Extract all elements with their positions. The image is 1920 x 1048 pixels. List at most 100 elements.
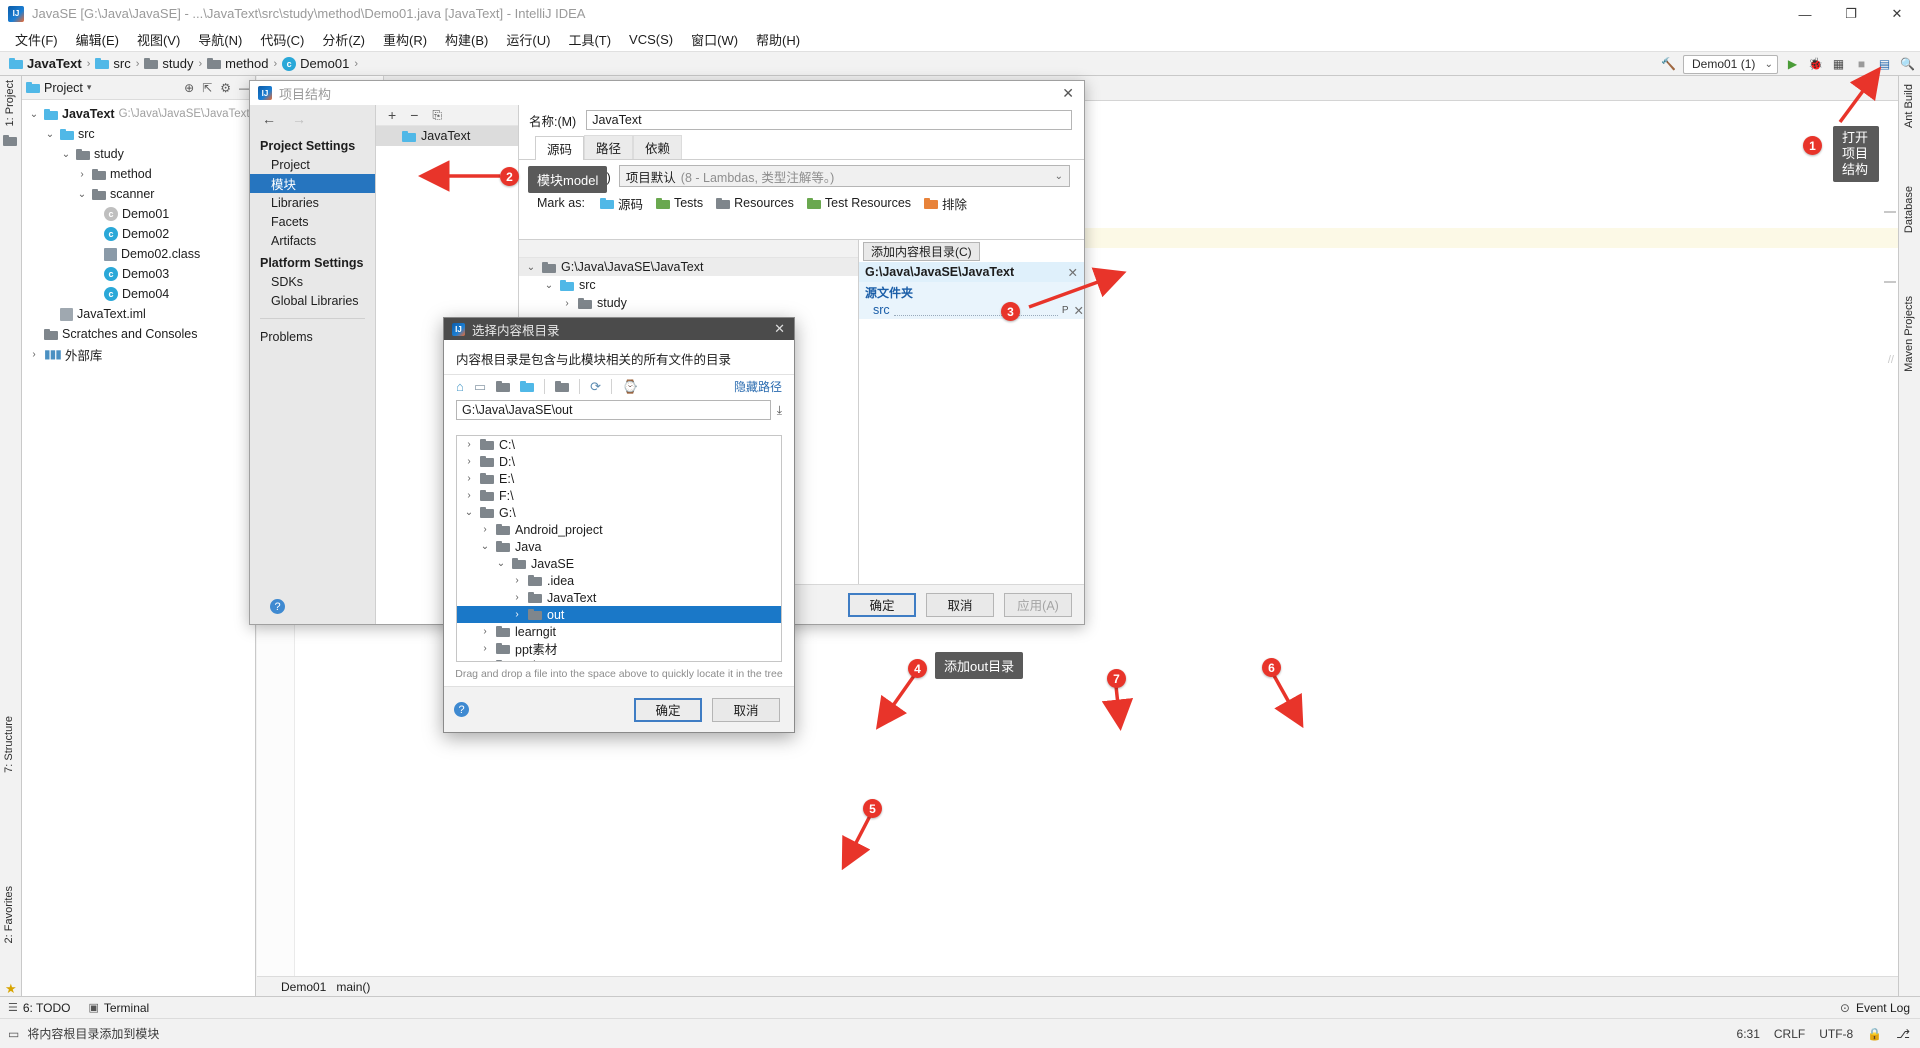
menu-navigate[interactable]: 导航(N): [189, 28, 251, 51]
sidebar-item-structure[interactable]: 7: Structure: [3, 716, 15, 773]
expand-chevron-icon[interactable]: ›: [511, 575, 523, 586]
expand-chevron-icon[interactable]: ›: [463, 490, 475, 501]
editor-breadcrumb-class[interactable]: Demo01: [281, 980, 326, 994]
tree-item-demo03[interactable]: c Demo03: [22, 264, 255, 284]
menu-vcs[interactable]: VCS(S): [620, 30, 682, 49]
expand-chevron-icon[interactable]: ›: [463, 473, 475, 484]
sidebar-item-facets[interactable]: Facets: [250, 212, 375, 231]
module-name-input[interactable]: [586, 110, 1072, 130]
close-icon[interactable]: ✕: [774, 321, 785, 337]
file-chooser-tree[interactable]: › C:\ › D:\ › E:\ › F:\ ⌄ G:\ › Android_…: [456, 435, 782, 662]
path-input[interactable]: [456, 400, 771, 420]
hide-path-link[interactable]: 隐藏路径: [734, 378, 782, 395]
fc-item-javatext[interactable]: › JavaText: [457, 589, 781, 606]
module-folder-icon[interactable]: [520, 381, 535, 392]
source-folder-properties-icon[interactable]: P: [1062, 305, 1069, 316]
tree-item-demo02[interactable]: c Demo02: [22, 224, 255, 244]
sidebar-item-project[interactable]: Project: [250, 155, 375, 174]
fc-item-d-drive[interactable]: › D:\: [457, 453, 781, 470]
source-folder-item[interactable]: src P ✕: [859, 301, 1084, 319]
fc-item-g-drive[interactable]: ⌄ G:\: [457, 504, 781, 521]
new-folder-icon[interactable]: [555, 381, 570, 392]
fc-item-ppt[interactable]: › ppt素材: [457, 640, 781, 657]
sidebar-item-favorites[interactable]: 2: Favorites: [3, 886, 15, 943]
sidebar-item-sdks[interactable]: SDKs: [250, 272, 375, 291]
minimize-button[interactable]: —: [1782, 0, 1828, 28]
add-content-root-button[interactable]: 添加内容根目录(C): [863, 241, 980, 261]
expand-chevron-icon[interactable]: ›: [479, 643, 491, 654]
sidebar-item-maven[interactable]: Maven Projects: [1903, 296, 1915, 372]
expand-chevron-icon[interactable]: ⌄: [60, 149, 72, 160]
tab-paths[interactable]: 路径: [584, 135, 634, 159]
project-structure-icon[interactable]: ▤: [1876, 56, 1893, 73]
copy-module-icon[interactable]: ⎘: [432, 108, 442, 123]
help-button[interactable]: ?: [454, 702, 469, 717]
expand-chevron-icon[interactable]: ›: [511, 609, 523, 620]
breadcrumb-study[interactable]: study: [141, 56, 196, 71]
language-level-select[interactable]: 项目默认 (8 - Lambdas, 类型注解等。) ⌄: [618, 165, 1070, 187]
expand-chevron-icon[interactable]: ›: [28, 349, 40, 360]
expand-chevron-icon[interactable]: ›: [463, 439, 475, 450]
sidebar-item-modules[interactable]: 模块: [250, 174, 375, 193]
line-separator[interactable]: CRLF: [1774, 1027, 1805, 1041]
sidebar-item-global-libraries[interactable]: Global Libraries: [250, 291, 375, 310]
breadcrumb-src[interactable]: src: [92, 56, 133, 71]
tree-item-src[interactable]: ⌄ src: [22, 124, 255, 144]
mark-as-test-resources[interactable]: Test Resources: [806, 196, 911, 210]
menu-view[interactable]: 视图(V): [128, 28, 189, 51]
gear-icon[interactable]: ⚙: [220, 81, 231, 95]
mark-as-tests[interactable]: Tests: [655, 196, 703, 210]
terminal-tool-button[interactable]: ▣ Terminal: [88, 1001, 149, 1015]
sidebar-item-database[interactable]: Database: [1903, 186, 1915, 233]
collapse-all-icon[interactable]: ⇱: [202, 81, 212, 95]
breadcrumb-demo01[interactable]: c Demo01: [279, 56, 352, 71]
expand-chevron-icon[interactable]: ›: [561, 298, 573, 309]
hammer-icon[interactable]: 🔨: [1660, 56, 1677, 73]
project-folder-icon[interactable]: [496, 381, 511, 392]
editor-breadcrumb-method[interactable]: main(): [336, 980, 370, 994]
expand-chevron-icon[interactable]: ⌄: [28, 109, 40, 120]
fc-item-c-drive[interactable]: › C:\: [457, 436, 781, 453]
menu-refactor[interactable]: 重构(R): [374, 28, 436, 51]
mark-as-sources[interactable]: 源码: [599, 194, 643, 213]
expand-chevron-icon[interactable]: ⌄: [463, 507, 475, 518]
expand-chevron-icon[interactable]: ›: [76, 169, 88, 180]
tree-item-demo01[interactable]: c Demo01: [22, 204, 255, 224]
remove-module-icon[interactable]: −: [410, 107, 418, 123]
close-icon[interactable]: ✕: [1062, 85, 1074, 102]
tree-item-method[interactable]: › method: [22, 164, 255, 184]
menu-run[interactable]: 运行(U): [497, 28, 559, 51]
target-icon[interactable]: ⊕: [184, 81, 194, 95]
fc-item-out[interactable]: › out: [457, 606, 781, 623]
todo-tool-button[interactable]: ☰ 6: TODO: [8, 1001, 70, 1015]
expand-chevron-icon[interactable]: ›: [479, 626, 491, 637]
menu-code[interactable]: 代码(C): [251, 28, 313, 51]
back-arrow-icon[interactable]: ←: [262, 111, 276, 127]
content-root-row[interactable]: ⌄ G:\Java\JavaSE\JavaText: [519, 258, 858, 276]
debug-icon[interactable]: 🐞: [1807, 56, 1824, 73]
fc-item-e-drive[interactable]: › E:\: [457, 470, 781, 487]
menu-build[interactable]: 构建(B): [436, 28, 497, 51]
tree-item-study[interactable]: ⌄ study: [22, 144, 255, 164]
add-module-icon[interactable]: +: [388, 107, 396, 123]
expand-chevron-icon[interactable]: ⌄: [525, 262, 537, 273]
expand-chevron-icon[interactable]: ⌄: [44, 129, 56, 140]
module-list-item-javatext[interactable]: JavaText: [376, 126, 518, 146]
tree-item-scratches[interactable]: Scratches and Consoles: [22, 324, 255, 344]
tree-item-demo02-class[interactable]: Demo02.class: [22, 244, 255, 264]
expand-chevron-icon[interactable]: ›: [479, 524, 491, 535]
desktop-icon[interactable]: ▭: [474, 379, 486, 395]
tree-item-javatext-iml[interactable]: JavaText.iml: [22, 304, 255, 324]
cancel-button[interactable]: 取消: [712, 697, 780, 722]
run-configuration-selector[interactable]: Demo01 (1) ⌄: [1683, 54, 1778, 74]
sidebar-item-libraries[interactable]: Libraries: [250, 193, 375, 212]
event-log-button[interactable]: ⊙ Event Log: [1840, 1001, 1920, 1015]
mark-as-excluded[interactable]: 排除: [924, 194, 967, 213]
fc-item-java[interactable]: ⌄ Java: [457, 538, 781, 555]
caret-position[interactable]: 6:31: [1737, 1027, 1760, 1041]
tree-item-external-libraries[interactable]: › ▮▮▮ 外部库: [22, 344, 255, 364]
fc-item-learngit[interactable]: › learngit: [457, 623, 781, 640]
fc-item-android-project[interactable]: › Android_project: [457, 521, 781, 538]
fc-item-python[interactable]: › Python: [457, 657, 781, 661]
sidebar-item-ant[interactable]: Ant Build: [1903, 84, 1915, 128]
